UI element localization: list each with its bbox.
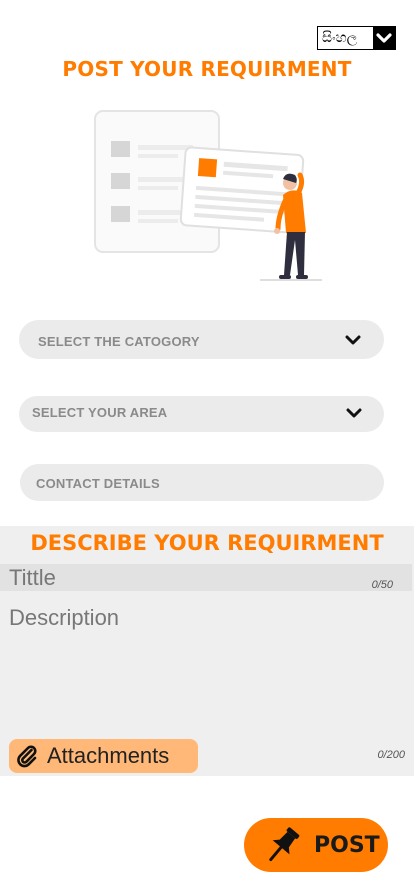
language-selector[interactable]: සිංහල <box>317 26 396 50</box>
chevron-down-icon <box>346 408 362 418</box>
language-dropdown-button[interactable] <box>373 27 395 49</box>
area-select-label: SELECT YOUR AREA <box>32 405 168 420</box>
description-placeholder: Description <box>9 605 120 630</box>
description-character-counter: 0/200 <box>377 749 405 761</box>
category-select-label: SELECT THE CATOGORY <box>38 334 200 349</box>
post-requirement-illustration <box>94 110 322 281</box>
page-title: POST YOUR REQUIRMENT <box>62 57 352 81</box>
attachments-label: Attachments <box>47 743 170 768</box>
title-character-counter: 0/50 <box>371 579 393 591</box>
title-placeholder: Tittle <box>9 565 56 590</box>
post-button-label: POST <box>314 832 380 858</box>
language-label: සිංහල <box>322 30 358 46</box>
describe-section-title: DESCRIBE YOUR REQUIRMENT <box>30 531 384 555</box>
chevron-down-icon <box>345 335 361 345</box>
area-select[interactable]: SELECT YOUR AREA <box>19 396 384 432</box>
paperclip-icon <box>17 745 37 768</box>
contact-details-label: CONTACT DETAILS <box>36 476 160 491</box>
post-button[interactable]: POST <box>244 818 388 872</box>
category-select[interactable]: SELECT THE CATOGORY <box>19 320 384 359</box>
title-input[interactable] <box>0 564 412 591</box>
chevron-down-icon <box>376 33 392 43</box>
pushpin-icon <box>269 827 300 862</box>
attachments-button[interactable]: Attachments <box>9 739 198 773</box>
contact-details-field[interactable]: CONTACT DETAILS <box>20 464 384 501</box>
